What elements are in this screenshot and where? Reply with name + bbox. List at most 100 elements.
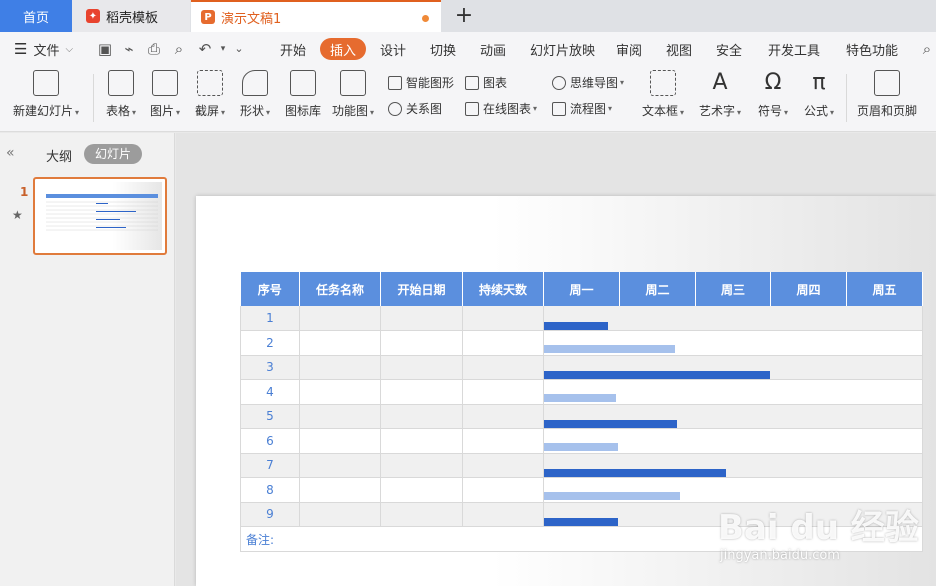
gantt-bar[interactable] — [544, 344, 675, 353]
row-number-cell[interactable]: 9 — [240, 502, 300, 527]
timeline-cell[interactable] — [543, 330, 923, 356]
header-cell[interactable]: 持续天数 — [462, 272, 544, 306]
gantt-bar[interactable] — [544, 442, 618, 451]
table-row[interactable]: 7 — [240, 453, 923, 478]
print-preview-icon[interactable]: ⌕ — [170, 40, 188, 58]
tab-template[interactable]: ✦ 稻壳模板 — [72, 0, 190, 32]
gantt-bar[interactable] — [544, 469, 726, 477]
table-cell[interactable] — [299, 428, 381, 454]
table-cell[interactable] — [462, 453, 544, 478]
table-cell[interactable] — [380, 330, 463, 356]
table-cell[interactable] — [380, 428, 463, 454]
image-button[interactable]: 图片 ▾ — [146, 70, 184, 119]
table-cell[interactable] — [380, 306, 463, 331]
menu-start[interactable]: 开始 — [280, 32, 306, 66]
header-cell[interactable]: 周一 — [543, 272, 620, 306]
chart-button[interactable]: 图表 — [465, 74, 507, 91]
menu-developer[interactable]: 开发工具 — [768, 32, 820, 66]
table-cell[interactable] — [462, 355, 544, 380]
gantt-bar[interactable] — [544, 420, 677, 428]
gantt-bar[interactable] — [544, 491, 680, 500]
table-cell[interactable] — [380, 502, 463, 527]
table-cell[interactable] — [299, 306, 381, 331]
timeline-cell[interactable] — [543, 306, 923, 331]
tab-document[interactable]: P 演示文稿1 — [191, 0, 441, 32]
table-cell[interactable] — [299, 453, 381, 478]
textbox-button[interactable]: 文本框 ▾ — [638, 70, 688, 119]
timeline-cell[interactable] — [543, 355, 923, 380]
menu-features[interactable]: 特色功能 — [846, 32, 898, 66]
formula-button[interactable]: π 公式 ▾ — [800, 70, 838, 119]
save-icon[interactable]: ▣ — [96, 40, 114, 58]
row-number-cell[interactable]: 3 — [240, 355, 300, 380]
row-number-cell[interactable]: 8 — [240, 477, 300, 503]
menu-view[interactable]: 视图 — [666, 32, 692, 66]
table-cell[interactable] — [462, 502, 544, 527]
table-cell[interactable] — [299, 477, 381, 503]
collapse-panel-icon[interactable]: « — [6, 145, 15, 161]
format-painter-icon[interactable]: ⌁ — [120, 40, 138, 58]
header-cell[interactable]: 周四 — [770, 272, 847, 306]
new-tab-plus-icon[interactable]: + — [452, 3, 476, 28]
table-cell[interactable] — [380, 453, 463, 478]
timeline-cell[interactable] — [543, 428, 923, 454]
gantt-bar[interactable] — [544, 371, 770, 379]
table-button[interactable]: 表格 ▾ — [102, 70, 140, 119]
icon-library-button[interactable]: 图标库 — [283, 70, 323, 119]
header-footer-button[interactable]: 页眉和页脚 — [854, 70, 920, 119]
mind-map-button[interactable]: 思维导图 ▾ — [552, 74, 624, 91]
table-cell[interactable] — [462, 428, 544, 454]
menu-security[interactable]: 安全 — [716, 32, 742, 66]
header-cell[interactable]: 任务名称 — [299, 272, 381, 306]
table-cell[interactable] — [299, 355, 381, 380]
header-cell[interactable]: 周二 — [619, 272, 696, 306]
gantt-bar[interactable] — [544, 518, 618, 526]
table-cell[interactable] — [462, 477, 544, 503]
menu-design[interactable]: 设计 — [380, 32, 406, 66]
row-number-cell[interactable]: 7 — [240, 453, 300, 478]
table-cell[interactable] — [462, 379, 544, 405]
table-cell[interactable] — [380, 355, 463, 380]
menu-transition[interactable]: 切换 — [430, 32, 456, 66]
row-number-cell[interactable]: 5 — [240, 404, 300, 429]
online-chart-button[interactable]: 在线图表 ▾ — [465, 100, 537, 117]
gantt-bar[interactable] — [544, 393, 616, 402]
header-cell[interactable]: 周三 — [695, 272, 771, 306]
undo-icon[interactable]: ↶ — [196, 40, 214, 58]
menu-review[interactable]: 审阅 — [616, 32, 642, 66]
table-row[interactable]: 6 — [240, 428, 923, 454]
file-menu[interactable]: ☰ 文件 ⌵ — [14, 32, 73, 66]
customize-toolbar-icon[interactable]: ⌄ — [230, 40, 248, 58]
relation-chart-button[interactable]: 关系图 — [388, 100, 442, 117]
row-number-cell[interactable]: 6 — [240, 428, 300, 454]
timeline-cell[interactable] — [543, 404, 923, 429]
table-cell[interactable] — [462, 404, 544, 429]
row-number-cell[interactable]: 1 — [240, 306, 300, 331]
timeline-cell[interactable] — [543, 379, 923, 405]
table-cell[interactable] — [299, 404, 381, 429]
table-row[interactable]: 1 — [240, 306, 923, 331]
table-row[interactable]: 3 — [240, 355, 923, 380]
menu-animation[interactable]: 动画 — [480, 32, 506, 66]
table-cell[interactable] — [380, 379, 463, 405]
timeline-cell[interactable] — [543, 477, 923, 503]
search-icon[interactable]: ⌕ — [918, 40, 936, 58]
symbol-button[interactable]: Ω 符号 ▾ — [754, 70, 792, 119]
new-slide-button[interactable]: 新建幻灯片 ▾ — [10, 70, 82, 119]
header-cell[interactable]: 周五 — [846, 272, 923, 306]
flowchart-button[interactable]: 流程图 ▾ — [552, 100, 612, 117]
row-number-cell[interactable]: 4 — [240, 379, 300, 405]
table-row[interactable]: 5 — [240, 404, 923, 429]
row-number-cell[interactable]: 2 — [240, 330, 300, 356]
smart-shape-button[interactable]: 智能图形 — [388, 74, 454, 91]
table-row[interactable]: 4 — [240, 379, 923, 405]
slides-tab[interactable]: 幻灯片 — [84, 144, 143, 164]
table-cell[interactable] — [299, 330, 381, 356]
function-chart-button[interactable]: 功能图 ▾ — [330, 70, 376, 119]
table-cell[interactable] — [462, 330, 544, 356]
table-row[interactable]: 2 — [240, 330, 923, 356]
menu-insert[interactable]: 插入 — [320, 38, 367, 60]
slide-thumbnail[interactable] — [33, 177, 167, 255]
menu-slideshow[interactable]: 幻灯片放映 — [530, 32, 595, 66]
print-icon[interactable]: ⎙ — [145, 40, 163, 58]
